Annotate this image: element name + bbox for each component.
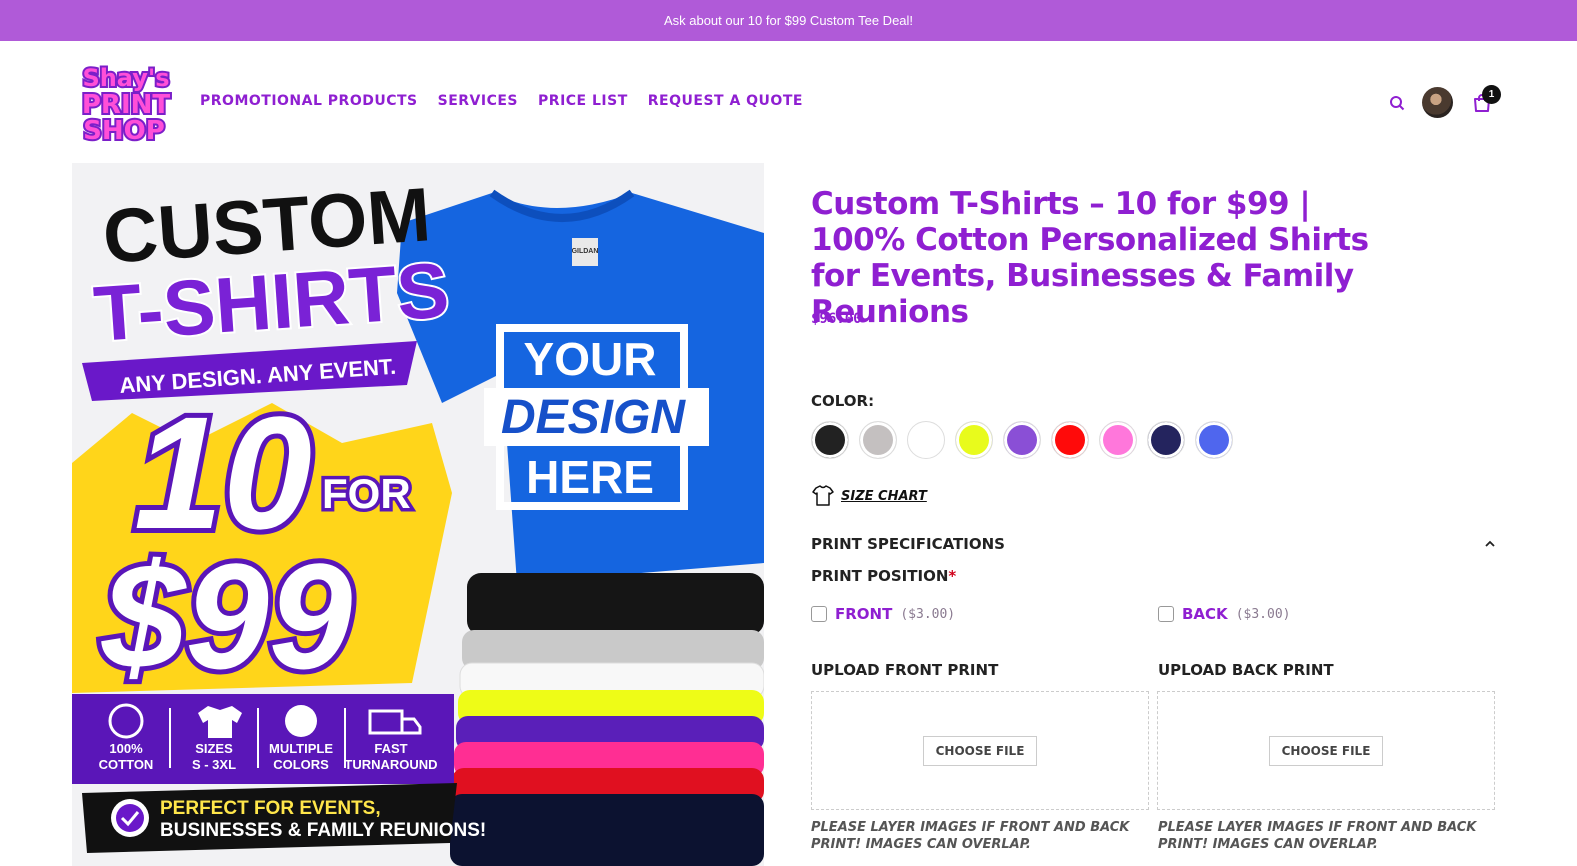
chevron-up-icon[interactable] — [1484, 540, 1496, 548]
front-option-name: FRONT — [835, 605, 893, 623]
design-word-design: DESIGN — [501, 391, 686, 444]
svg-text:COLORS: COLORS — [273, 757, 329, 772]
color-swatches — [811, 421, 1233, 459]
site-header: Shay's PRINT SHOP PROMOTIONAL PRODUCTS S… — [0, 41, 1577, 163]
svg-text:TURNAROUND: TURNAROUND — [344, 757, 437, 772]
nav-services[interactable]: SERVICES — [438, 93, 518, 109]
design-word-your: YOUR — [524, 333, 657, 385]
design-word-here: HERE — [526, 451, 654, 503]
color-swatch-white[interactable] — [907, 421, 945, 459]
header-icons: 1 — [1385, 85, 1505, 121]
product-image[interactable]: GILDAN YOUR DESIGN HERE CUSTOM T-SHIRTS … — [72, 163, 764, 866]
account-avatar[interactable] — [1422, 87, 1453, 118]
nav-request-quote[interactable]: REQUEST A QUOTE — [648, 93, 803, 109]
upload-back-note: PLEASE LAYER IMAGES IF FRONT AND BACK PR… — [1158, 820, 1477, 852]
svg-text:FAST: FAST — [374, 741, 407, 756]
choose-file-back-button[interactable]: CHOOSE FILE — [1268, 735, 1384, 766]
logo[interactable]: Shay's PRINT SHOP — [76, 62, 176, 144]
required-marker: * — [948, 567, 957, 585]
cart-count-badge: 1 — [1482, 85, 1501, 104]
color-swatch-purple[interactable] — [1003, 421, 1041, 459]
upload-front-label: UPLOAD FRONT PRINT — [811, 661, 999, 679]
color-swatch-gray[interactable] — [859, 421, 897, 459]
logo-word-3: SHOP — [83, 116, 165, 144]
main-nav: PROMOTIONAL PRODUCTS SERVICES PRICE LIST… — [200, 93, 803, 109]
front-option-cost: ($3.00) — [900, 606, 956, 622]
choose-file-front-button[interactable]: CHOOSE FILE — [922, 735, 1038, 766]
size-chart-link[interactable]: SIZE CHART — [811, 485, 927, 507]
svg-text:MULTIPLE: MULTIPLE — [269, 741, 333, 756]
perfect-line-2: BUSINESSES & FAMILY REUNIONS! — [160, 820, 486, 841]
color-swatch-royal-blue[interactable] — [1195, 421, 1233, 459]
color-swatch-pink[interactable] — [1099, 421, 1137, 459]
shirt-stack — [450, 573, 764, 866]
print-specifications-header[interactable]: PRINT SPECIFICATIONS — [811, 535, 1496, 553]
svg-text:S - 3XL: S - 3XL — [192, 757, 236, 772]
size-chart-label: SIZE CHART — [841, 488, 927, 504]
color-swatch-navy[interactable] — [1147, 421, 1185, 459]
shirt-ruler-icon — [812, 485, 834, 506]
logo-word-1: Shay's — [82, 64, 169, 92]
upload-front-note: PLEASE LAYER IMAGES IF FRONT AND BACK PR… — [811, 820, 1130, 852]
shirt-tag-text: GILDAN — [572, 248, 599, 255]
svg-text:COTTON: COTTON — [99, 757, 154, 772]
back-option[interactable]: BACK ($3.00) — [1158, 605, 1290, 623]
back-option-name: BACK — [1182, 605, 1228, 623]
nav-promotional-products[interactable]: PROMOTIONAL PRODUCTS — [200, 93, 418, 109]
announcement-text: Ask about our 10 for $99 Custom Tee Deal… — [663, 13, 914, 28]
print-specifications-title: PRINT SPECIFICATIONS — [811, 535, 1005, 553]
product-price: $96.00 — [811, 311, 862, 327]
perfect-line-1: PERFECT FOR EVENTS, — [160, 798, 381, 819]
product-title: Custom T-Shirts – 10 for $99 | 100% Cott… — [811, 186, 1369, 330]
color-swatch-yellow[interactable] — [955, 421, 993, 459]
svg-text:100%: 100% — [109, 741, 143, 756]
svg-text:SIZES: SIZES — [195, 741, 233, 756]
color-swatch-black[interactable] — [811, 421, 849, 459]
search-icon[interactable] — [1389, 95, 1405, 111]
nav-price-list[interactable]: PRICE LIST — [538, 93, 628, 109]
front-option[interactable]: FRONT ($3.00) — [811, 605, 955, 623]
color-swatch-red[interactable] — [1051, 421, 1089, 459]
upload-back-dropzone[interactable]: CHOOSE FILE — [1157, 691, 1495, 810]
front-checkbox[interactable] — [811, 606, 827, 622]
hero-graphic: GILDAN YOUR DESIGN HERE CUSTOM T-SHIRTS … — [72, 163, 764, 866]
upload-front-dropzone[interactable]: CHOOSE FILE — [811, 691, 1149, 810]
back-option-cost: ($3.00) — [1235, 606, 1291, 622]
upload-back-label: UPLOAD BACK PRINT — [1158, 661, 1334, 679]
back-checkbox[interactable] — [1158, 606, 1174, 622]
hero-99-text: $99 — [101, 532, 352, 700]
print-position-label: PRINT POSITION* — [811, 567, 957, 585]
hero-for-text: FOR — [322, 470, 411, 517]
palette-icon — [285, 705, 317, 737]
announcement-bar: Ask about our 10 for $99 Custom Tee Deal… — [0, 0, 1577, 41]
color-label: COLOR: — [811, 392, 875, 410]
